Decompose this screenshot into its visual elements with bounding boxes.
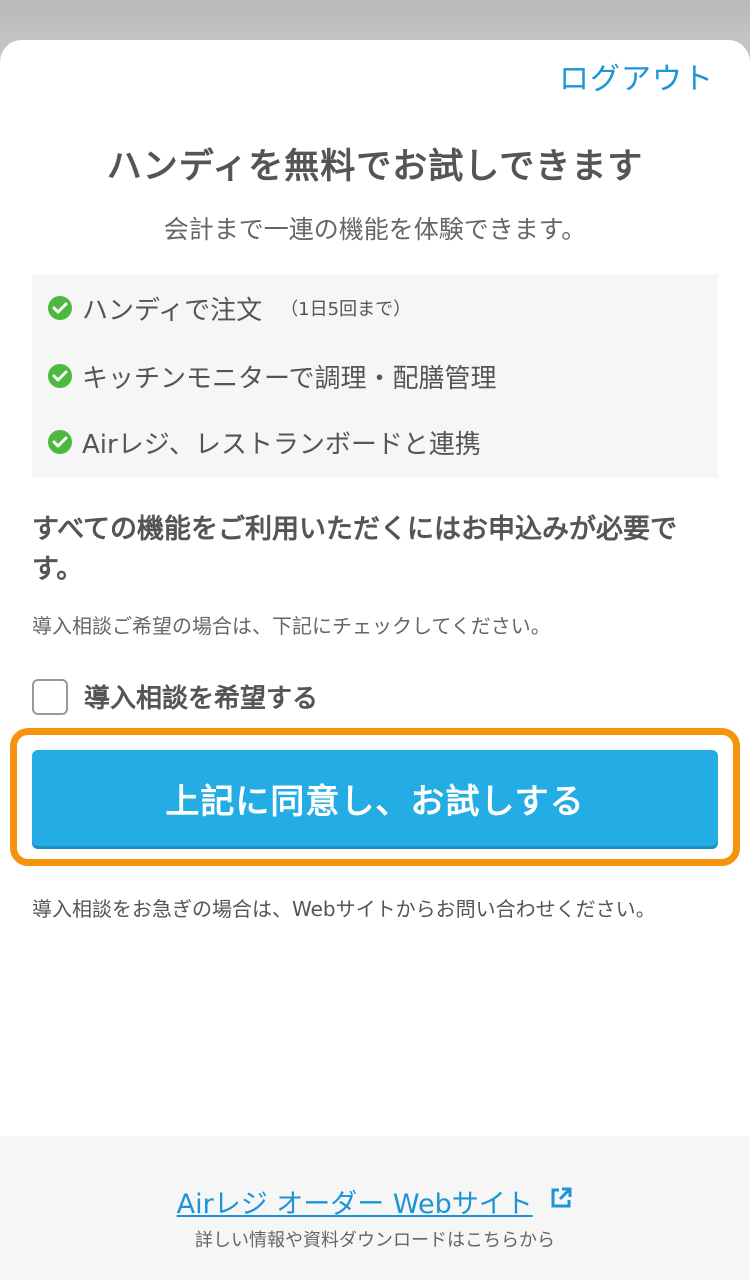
feature-list: ハンディで注文 （1日5回まで） キッチンモニターで調理・配膳管理 Airレジ、… [32, 274, 718, 478]
footer: Airレジ オーダー Webサイト 詳しい情報や資料ダウンロードはこちらから [0, 1136, 750, 1280]
website-link[interactable]: Airレジ オーダー Webサイト [0, 1182, 750, 1221]
website-contact-info: 導入相談をお急ぎの場合は、Webサイトからお問い合わせください。 [32, 897, 656, 921]
consultation-checkbox-label[interactable]: 導入相談を希望する [84, 678, 318, 715]
agree-and-try-button[interactable]: 上記に同意し、お試しする [32, 750, 718, 846]
feature-label: ハンディで注文 [82, 295, 263, 326]
check-circle-icon [48, 296, 72, 320]
page-subtitle: 会計まで一連の機能を体験できます。 [163, 215, 587, 244]
feature-note: （1日5回まで） [280, 299, 412, 320]
feature-label: Airレジ、レストランボードと連携 [82, 429, 481, 460]
logout-link[interactable]: ログアウト [559, 54, 714, 98]
consultation-hint: 導入相談ご希望の場合は、下記にチェックしてください。 [32, 614, 551, 638]
external-link-icon[interactable] [549, 1186, 573, 1217]
feature-item: Airレジ、レストランボードと連携 [48, 422, 481, 462]
feature-item: ハンディで注文 （1日5回まで） [48, 288, 411, 328]
consultation-checkbox[interactable] [32, 678, 68, 715]
website-link-label[interactable]: Airレジ オーダー Webサイト [177, 1189, 533, 1220]
feature-item: キッチンモニターで調理・配膳管理 [48, 356, 496, 396]
page-title: ハンディを無料でお試しできます [106, 147, 644, 187]
consultation-checkbox-row[interactable]: 導入相談を希望する [32, 678, 318, 715]
check-circle-icon [48, 430, 72, 454]
footer-caption: 詳しい情報や資料ダウンロードはこちらから [195, 1230, 555, 1251]
feature-label: キッチンモニターで調理・配膳管理 [82, 363, 497, 394]
screen: ログアウト ハンディを無料でお試しできます 会計まで一連の機能を体験できます。 … [0, 0, 750, 1280]
modal-sheet: ログアウト ハンディを無料でお試しできます 会計まで一連の機能を体験できます。 … [0, 40, 750, 1280]
application-required-notice: すべての機能をご利用いただくにはお申込みが必要です。 [32, 514, 678, 585]
check-circle-icon [48, 364, 72, 388]
